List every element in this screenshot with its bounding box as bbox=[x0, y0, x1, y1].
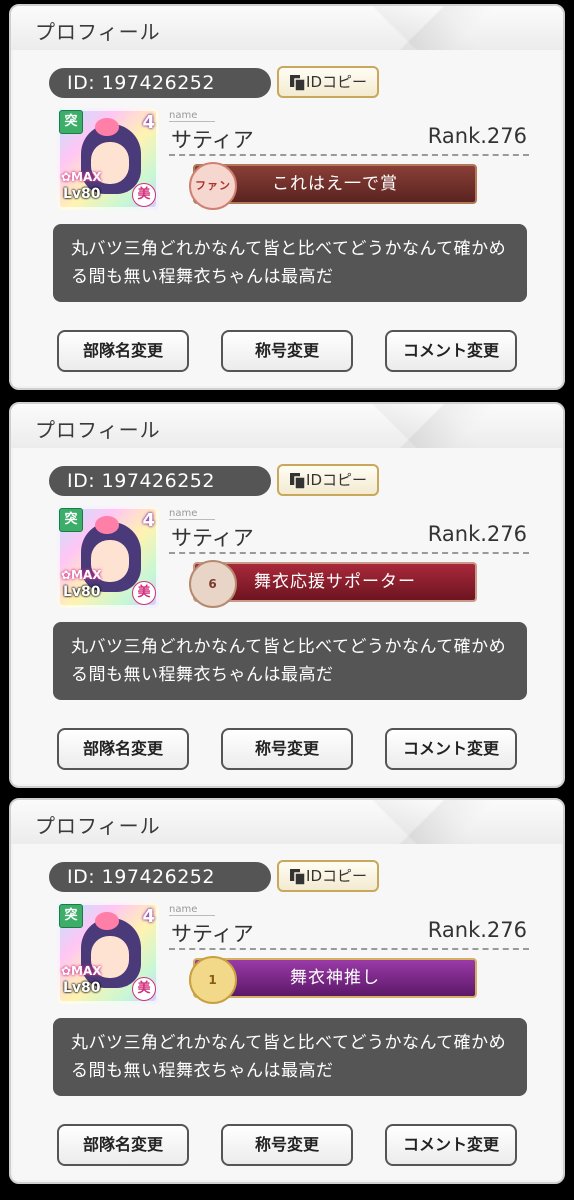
name-row: サティア Rank.276 bbox=[169, 520, 529, 554]
copy-icon bbox=[290, 473, 306, 490]
copy-icon bbox=[290, 75, 306, 92]
max-label: ✿MAX bbox=[61, 964, 102, 978]
panel-header: プロフィール bbox=[11, 800, 563, 844]
panel-body: ID: 197426252 IDコピー 突 4 ✿MAX Lv80 美 name… bbox=[13, 448, 561, 784]
avatar[interactable]: 突 4 ✿MAX Lv80 美 bbox=[57, 108, 159, 210]
id-copy-button[interactable]: IDコピー bbox=[277, 66, 379, 98]
panel-title: プロフィール bbox=[35, 20, 161, 44]
id-copy-button[interactable]: IDコピー bbox=[277, 464, 379, 496]
panel-header: プロフィール bbox=[11, 6, 563, 50]
id-copy-label: IDコピー bbox=[306, 867, 367, 885]
title-label: これはえ一で賞 bbox=[272, 174, 398, 194]
comment-change-button[interactable]: コメント変更 bbox=[385, 1124, 517, 1166]
comment-box: 丸バツ三角どれかなんて皆と比べてどうかなんて確かめる間も無い程舞衣ちゃんは最高だ bbox=[53, 224, 527, 302]
player-rank: Rank.276 bbox=[427, 918, 527, 942]
limit-break-count: 4 bbox=[142, 510, 155, 531]
avatar[interactable]: 突 4 ✿MAX Lv80 美 bbox=[57, 902, 159, 1004]
limit-break-badge: 突 bbox=[59, 508, 83, 532]
player-rank: Rank.276 bbox=[427, 124, 527, 148]
copy-icon bbox=[290, 869, 306, 886]
player-id: ID: 197426252 bbox=[49, 466, 271, 496]
player-name: サティア bbox=[171, 128, 254, 152]
comment-change-button[interactable]: コメント変更 bbox=[385, 728, 517, 770]
title-banner: 1 舞衣神推し bbox=[189, 956, 477, 1004]
unit-name-change-button[interactable]: 部隊名変更 bbox=[57, 1124, 189, 1166]
name-caption: name bbox=[169, 904, 215, 916]
profile-panel-1: プロフィール ID: 197426252 IDコピー 突 4 ✿MAX Lv80… bbox=[9, 4, 565, 390]
name-row: サティア Rank.276 bbox=[169, 916, 529, 950]
title-change-button[interactable]: 称号変更 bbox=[221, 330, 353, 372]
limit-break-count: 4 bbox=[142, 906, 155, 927]
attribute-badge: 美 bbox=[132, 977, 156, 1001]
title-emblem-icon: ファン bbox=[189, 162, 237, 210]
player-name: サティア bbox=[171, 922, 254, 946]
id-copy-button[interactable]: IDコピー bbox=[277, 860, 379, 892]
id-copy-label: IDコピー bbox=[306, 73, 367, 91]
level-label: Lv80 bbox=[63, 584, 101, 600]
player-id: ID: 197426252 bbox=[49, 68, 271, 98]
panel-title: プロフィール bbox=[35, 814, 161, 838]
header-decoration bbox=[333, 404, 563, 448]
profile-panel-3: プロフィール ID: 197426252 IDコピー 突 4 ✿MAX Lv80… bbox=[9, 798, 565, 1184]
title-label: 舞衣応援サポーター bbox=[254, 572, 416, 592]
comment-change-button[interactable]: コメント変更 bbox=[385, 330, 517, 372]
title-label: 舞衣神推し bbox=[290, 968, 380, 988]
limit-break-badge: 突 bbox=[59, 904, 83, 928]
title-change-button[interactable]: 称号変更 bbox=[221, 1124, 353, 1166]
panel-title: プロフィール bbox=[35, 418, 161, 442]
attribute-badge: 美 bbox=[132, 183, 156, 207]
avatar-flower bbox=[95, 912, 119, 930]
unit-name-change-button[interactable]: 部隊名変更 bbox=[57, 330, 189, 372]
player-id: ID: 197426252 bbox=[49, 862, 271, 892]
level-label: Lv80 bbox=[63, 980, 101, 996]
comment-box: 丸バツ三角どれかなんて皆と比べてどうかなんて確かめる間も無い程舞衣ちゃんは最高だ bbox=[53, 1018, 527, 1096]
attribute-badge: 美 bbox=[132, 581, 156, 605]
name-caption: name bbox=[169, 110, 215, 122]
comment-box: 丸バツ三角どれかなんて皆と比べてどうかなんて確かめる間も無い程舞衣ちゃんは最高だ bbox=[53, 622, 527, 700]
title-banner: 6 舞衣応援サポーター bbox=[189, 560, 477, 608]
title-change-button[interactable]: 称号変更 bbox=[221, 728, 353, 770]
header-decoration bbox=[333, 800, 563, 844]
player-rank: Rank.276 bbox=[427, 522, 527, 546]
profile-panel-2: プロフィール ID: 197426252 IDコピー 突 4 ✿MAX Lv80… bbox=[9, 402, 565, 788]
avatar-flower bbox=[95, 118, 119, 136]
header-decoration bbox=[333, 6, 563, 50]
panel-body: ID: 197426252 IDコピー 突 4 ✿MAX Lv80 美 name… bbox=[13, 844, 561, 1180]
level-label: Lv80 bbox=[63, 186, 101, 202]
avatar-flower bbox=[95, 516, 119, 534]
player-name: サティア bbox=[171, 526, 254, 550]
title-emblem-icon: 6 bbox=[189, 560, 237, 608]
limit-break-badge: 突 bbox=[59, 110, 83, 134]
id-copy-label: IDコピー bbox=[306, 471, 367, 489]
max-label: ✿MAX bbox=[61, 170, 102, 184]
limit-break-count: 4 bbox=[142, 112, 155, 133]
panel-body: ID: 197426252 IDコピー 突 4 ✿MAX Lv80 美 name… bbox=[13, 50, 561, 386]
name-caption: name bbox=[169, 508, 215, 520]
max-label: ✿MAX bbox=[61, 568, 102, 582]
title-banner: ファン これはえ一で賞 bbox=[189, 162, 477, 210]
name-row: サティア Rank.276 bbox=[169, 122, 529, 156]
title-emblem-icon: 1 bbox=[189, 956, 237, 1004]
avatar[interactable]: 突 4 ✿MAX Lv80 美 bbox=[57, 506, 159, 608]
panel-header: プロフィール bbox=[11, 404, 563, 448]
unit-name-change-button[interactable]: 部隊名変更 bbox=[57, 728, 189, 770]
